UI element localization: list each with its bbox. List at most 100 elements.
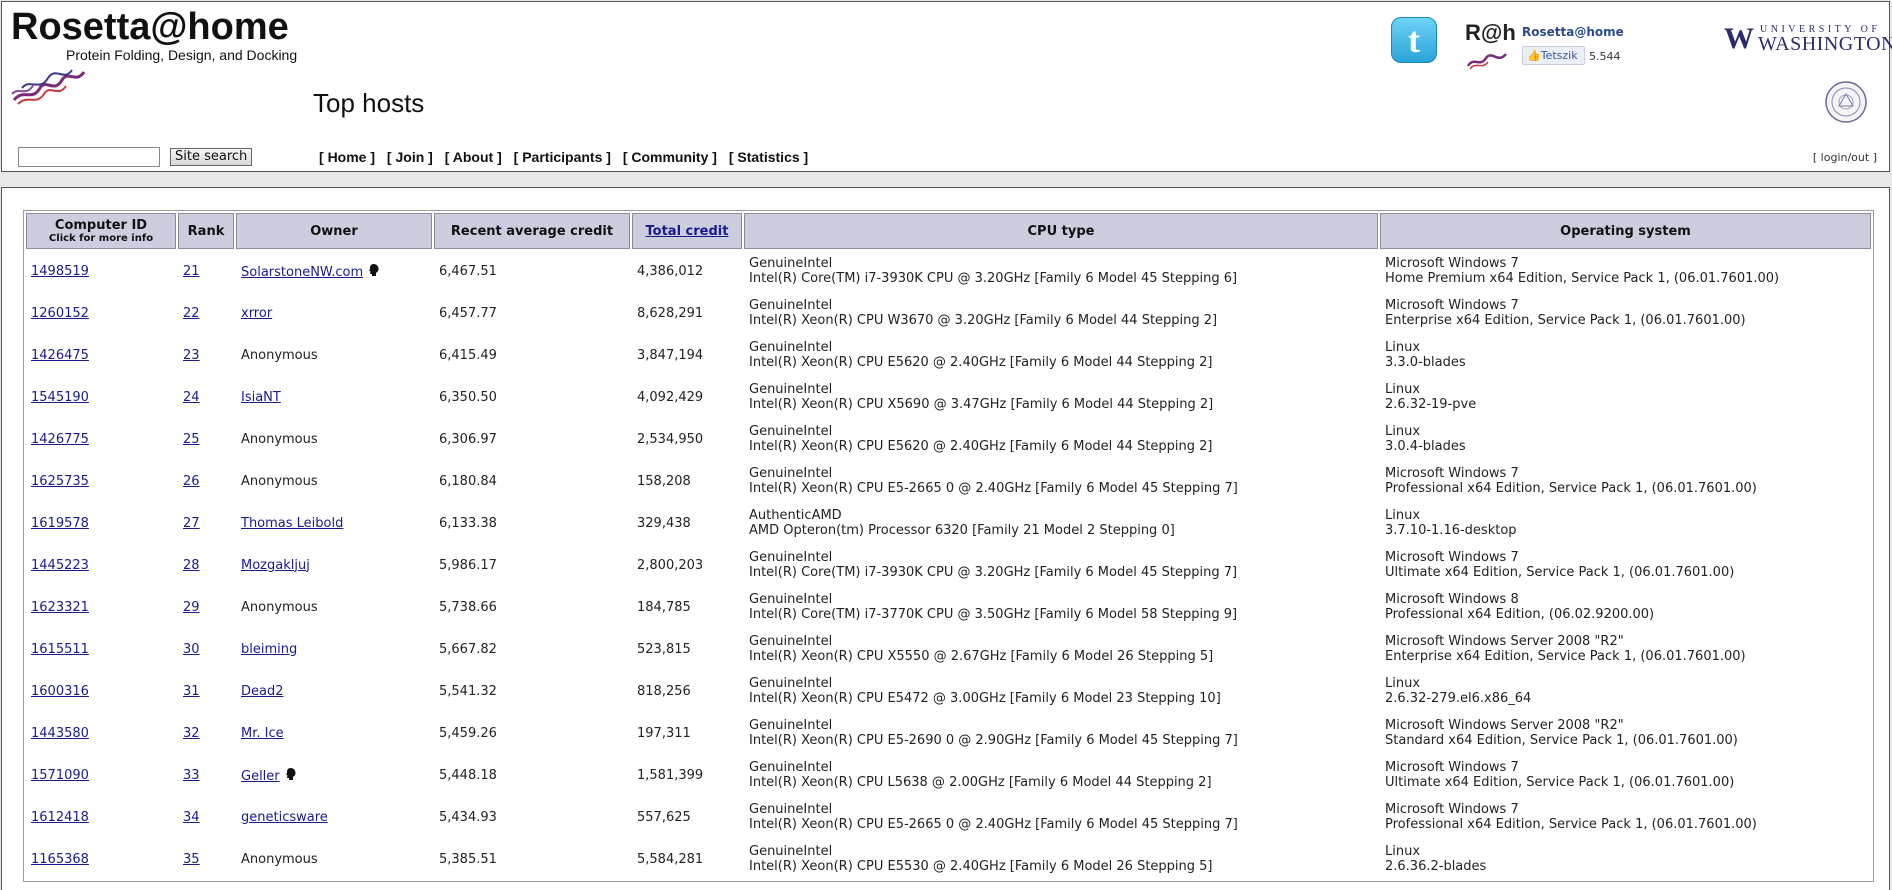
recent-average-credit-cell: 5,459.26 <box>439 725 497 741</box>
rank-link[interactable]: 26 <box>183 474 200 489</box>
rank-link[interactable]: 27 <box>183 516 200 531</box>
table-row: 1615511 30 bleiming 5,667.82 523,815 Gen… <box>26 629 1871 669</box>
login-logout: [ login/out ] <box>1812 151 1877 164</box>
recent-average-credit-cell: 6,467.51 <box>439 263 497 279</box>
site-logo-title[interactable]: Rosetta@home <box>11 6 289 48</box>
rank-link[interactable]: 28 <box>183 558 200 573</box>
computer-id-link[interactable]: 1498519 <box>31 264 89 279</box>
rank-link[interactable]: 32 <box>183 726 200 741</box>
owner-link[interactable]: IsiaNT <box>241 390 281 405</box>
computer-id-cell: 1498519 <box>26 251 176 291</box>
table-header-row: Computer ID Click for more info Rank Own… <box>26 213 1871 249</box>
computer-id-link[interactable]: 1571090 <box>31 768 89 783</box>
rank-link[interactable]: 25 <box>183 432 200 447</box>
os-name: Microsoft Windows 7 <box>1385 550 1519 565</box>
recent-average-credit-cell: 6,180.84 <box>439 473 497 489</box>
column-header-recent-average-credit: Recent average credit <box>434 213 630 249</box>
computer-id-link[interactable]: 1165368 <box>31 852 89 867</box>
rank-link[interactable]: 35 <box>183 852 200 867</box>
os-version: Professional x64 Edition, (06.02.9200.00… <box>1385 607 1655 622</box>
rank-link[interactable]: 24 <box>183 390 200 405</box>
facebook-like-button[interactable]: 👍Tetszik <box>1522 46 1585 65</box>
cpu-vendor: GenuineIntel <box>749 466 833 481</box>
recent-average-credit-cell: 6,133.38 <box>439 515 497 531</box>
total-credit-cell: 8,628,291 <box>637 305 704 321</box>
owner-link[interactable]: Mr. Ice <box>241 726 284 741</box>
owner-cell: Mozgakljuj <box>236 545 432 585</box>
owner-link[interactable]: Thomas Leibold <box>241 516 343 531</box>
total-credit-cell: 158,208 <box>637 473 691 489</box>
rank-cell: 24 <box>178 377 234 417</box>
computer-id-link[interactable]: 1612418 <box>31 810 89 825</box>
person-silhouette-icon[interactable] <box>366 263 381 277</box>
os-version: 2.6.32-279.el6.x86_64 <box>1385 691 1532 706</box>
nav-link-join[interactable]: Join <box>395 149 424 165</box>
computer-id-link[interactable]: 1426775 <box>31 432 89 447</box>
university-of-washington-logo[interactable]: W UNIVERSITY OF WASHINGTON <box>1724 24 1892 56</box>
computer-id-link[interactable]: 1619578 <box>31 516 89 531</box>
cpu-vendor: GenuineIntel <box>749 382 833 397</box>
os-name: Linux <box>1385 676 1421 691</box>
nav-link-statistics[interactable]: Statistics <box>737 149 799 165</box>
rank-link[interactable]: 29 <box>183 600 200 615</box>
nav-link-home[interactable]: Home <box>328 149 367 165</box>
nav-link-community[interactable]: Community <box>631 149 708 165</box>
owner-link[interactable]: xrror <box>241 306 272 321</box>
protein-ribbon-logo-icon <box>11 69 86 105</box>
rank-link[interactable]: 30 <box>183 642 200 657</box>
rank-link[interactable]: 31 <box>183 684 200 699</box>
computer-id-link[interactable]: 1260152 <box>31 306 89 321</box>
nav-link-about[interactable]: About <box>453 149 493 165</box>
computer-id-link[interactable]: 1600316 <box>31 684 89 699</box>
computer-id-link[interactable]: 1625735 <box>31 474 89 489</box>
owner-link[interactable]: SolarstoneNW.com <box>241 265 363 280</box>
os-version: Enterprise x64 Edition, Service Pack 1, … <box>1385 313 1746 328</box>
owner-name: Anonymous <box>241 473 318 489</box>
computer-id-header-label: Computer ID <box>54 217 148 233</box>
nav-item-join: [ Join ] <box>386 149 433 165</box>
login-logout-link[interactable]: login/out <box>1821 151 1870 164</box>
sort-by-total-credit-link[interactable]: Total credit <box>646 224 729 239</box>
twitter-icon[interactable]: t <box>1391 17 1437 63</box>
os-name: Linux <box>1385 424 1421 439</box>
operating-system-cell: Linux 3.0.4-blades <box>1380 419 1871 459</box>
owner-link[interactable]: Dead2 <box>241 684 284 699</box>
os-name: Microsoft Windows 8 <box>1385 592 1519 607</box>
computer-id-link[interactable]: 1443580 <box>31 726 89 741</box>
total-credit-cell: 184,785 <box>637 599 691 615</box>
cpu-vendor: GenuineIntel <box>749 298 833 313</box>
owner-link[interactable]: bleiming <box>241 642 297 657</box>
main-content: Computer ID Click for more info Rank Own… <box>1 187 1890 890</box>
person-silhouette-icon[interactable] <box>283 767 298 781</box>
rank-cell: 28 <box>178 545 234 585</box>
rank-cell: 22 <box>178 293 234 333</box>
computer-id-link[interactable]: 1623321 <box>31 600 89 615</box>
owner-link[interactable]: Mozgakljuj <box>241 558 310 573</box>
computer-id-link[interactable]: 1445223 <box>31 558 89 573</box>
rank-link[interactable]: 21 <box>183 264 200 279</box>
rah-page-name[interactable]: Rosetta@home <box>1522 25 1624 39</box>
cpu-model: Intel(R) Xeon(R) CPU E5472 @ 3.00GHz [Fa… <box>749 691 1221 706</box>
rank-link[interactable]: 23 <box>183 348 200 363</box>
operating-system-cell: Microsoft Windows Server 2008 "R2" Enter… <box>1380 629 1871 669</box>
cpu-type-cell: GenuineIntel Intel(R) Xeon(R) CPU E5-269… <box>744 713 1378 753</box>
rah-logo[interactable]: R@h <box>1465 20 1516 46</box>
nav-link-participants[interactable]: Participants <box>522 149 602 165</box>
rank-link[interactable]: 34 <box>183 810 200 825</box>
computer-id-link[interactable]: 1545190 <box>31 390 89 405</box>
rank-link[interactable]: 22 <box>183 306 200 321</box>
computer-id-cell: 1426775 <box>26 419 176 459</box>
rank-link[interactable]: 33 <box>183 768 200 783</box>
site-search-input[interactable] <box>18 147 160 167</box>
rank-cell: 34 <box>178 797 234 837</box>
owner-link[interactable]: Geller <box>241 769 280 784</box>
cpu-type-cell: GenuineIntel Intel(R) Core(TM) i7-3770K … <box>744 587 1378 627</box>
cpu-model: Intel(R) Xeon(R) CPU W3670 @ 3.20GHz [Fa… <box>749 313 1218 328</box>
computer-id-cell: 1571090 <box>26 755 176 795</box>
owner-cell: xrror <box>236 293 432 333</box>
owner-link[interactable]: geneticsware <box>241 810 328 825</box>
table-row: 1498519 21 SolarstoneNW.com 6,467.51 4,3… <box>26 251 1871 291</box>
computer-id-link[interactable]: 1615511 <box>31 642 89 657</box>
computer-id-link[interactable]: 1426475 <box>31 348 89 363</box>
site-search-button[interactable]: Site search <box>170 148 253 166</box>
